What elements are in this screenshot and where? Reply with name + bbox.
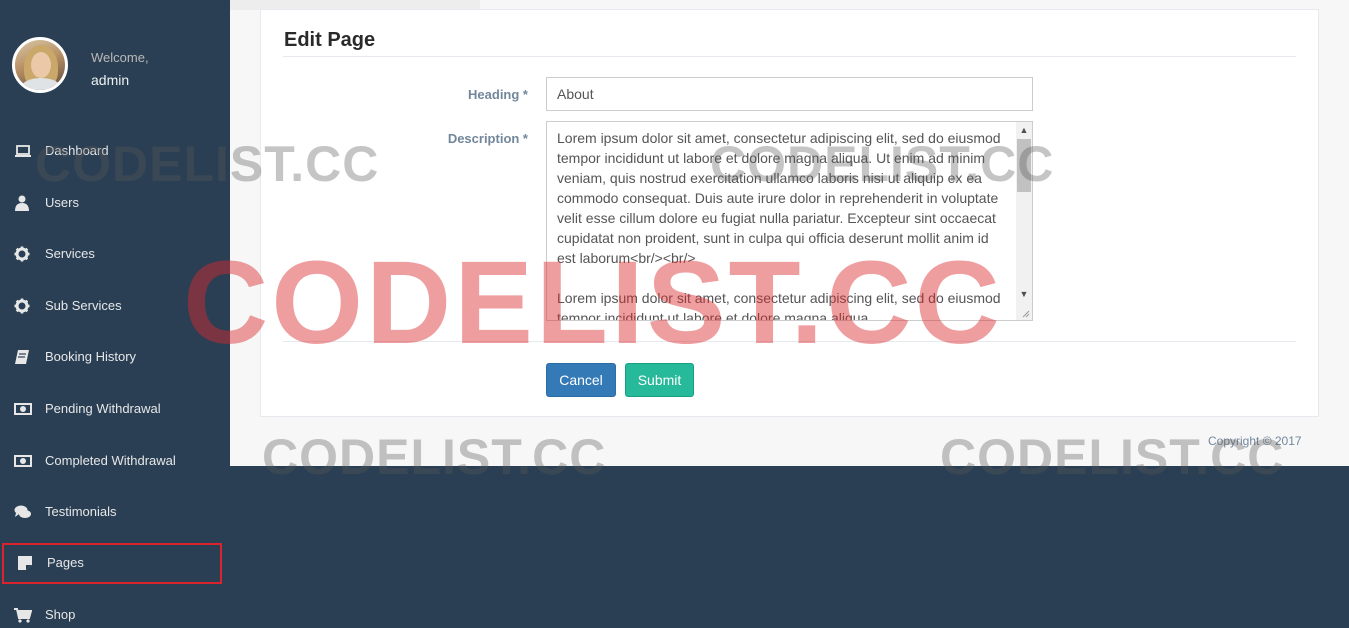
sticky-note-icon	[18, 556, 32, 570]
money-icon	[14, 403, 32, 415]
comments-icon	[14, 505, 31, 518]
sidebar-item-label: Services	[45, 246, 95, 261]
sidebar-item-label: Pages	[47, 555, 84, 570]
sidebar-item-sub-services[interactable]: Sub Services	[0, 286, 230, 326]
sidebar-item-label: Pending Withdrawal	[45, 401, 161, 416]
sidebar-item-label: Dashboard	[45, 143, 109, 158]
gear-icon	[14, 298, 30, 314]
description-textarea[interactable]: Lorem ipsum dolor sit amet, consectetur …	[546, 121, 1033, 321]
book-icon	[15, 350, 29, 364]
username: admin	[91, 72, 130, 88]
sidebar-item-completed-withdrawal[interactable]: Completed Withdrawal	[0, 441, 230, 481]
page-title: Edit Page	[284, 29, 376, 51]
laptop-icon	[15, 145, 31, 157]
sidebar-item-label: Completed Withdrawal	[45, 453, 176, 468]
description-text[interactable]: Lorem ipsum dolor sit amet, consectetur …	[557, 128, 1009, 320]
welcome-text: Welcome,	[91, 50, 149, 65]
description-scrollbar[interactable]: ▲ ▼	[1016, 122, 1032, 320]
copyright-text: Copyright © 2017	[1208, 434, 1302, 448]
scroll-down-icon[interactable]: ▼	[1016, 286, 1032, 302]
sidebar-item-booking-history[interactable]: Booking History	[0, 337, 230, 377]
sidebar-item-pages[interactable]: Pages	[2, 543, 222, 584]
scrollbar-thumb[interactable]	[1017, 139, 1031, 192]
sidebar-item-shop[interactable]: Shop	[0, 595, 230, 628]
sidebar-item-label: Testimonials	[45, 504, 117, 519]
main-content: Edit Page Heading * Description * Lorem …	[230, 0, 1349, 466]
resize-grip-icon[interactable]	[1022, 310, 1030, 318]
sidebar-item-label: Booking History	[45, 349, 137, 364]
cancel-button[interactable]: Cancel	[546, 363, 616, 397]
submit-button[interactable]: Submit	[625, 363, 694, 397]
sidebar: Welcome, admin Dashboard Users Services …	[0, 0, 230, 628]
sidebar-item-users[interactable]: Users	[0, 183, 230, 223]
description-label: Description *	[447, 131, 528, 146]
sidebar-item-label: Shop	[45, 607, 76, 622]
sidebar-item-testimonials[interactable]: Testimonials	[0, 492, 230, 532]
avatar[interactable]	[12, 37, 68, 93]
sidebar-item-services[interactable]: Services	[0, 234, 230, 274]
scroll-up-icon[interactable]: ▲	[1016, 122, 1032, 138]
user-icon	[15, 195, 29, 211]
heading-input[interactable]	[546, 77, 1033, 111]
money-icon	[14, 455, 32, 467]
divider	[283, 341, 1296, 342]
divider	[283, 56, 1296, 57]
sidebar-item-label: Users	[45, 195, 79, 210]
sidebar-item-label: Sub Services	[45, 298, 122, 313]
sidebar-item-dashboard[interactable]: Dashboard	[0, 131, 230, 171]
gear-icon	[14, 246, 30, 262]
edit-page-panel: Edit Page Heading * Description * Lorem …	[260, 9, 1319, 417]
heading-label: Heading *	[468, 87, 528, 102]
cart-icon	[14, 608, 32, 623]
sidebar-item-pending-withdrawal[interactable]: Pending Withdrawal	[0, 389, 230, 429]
